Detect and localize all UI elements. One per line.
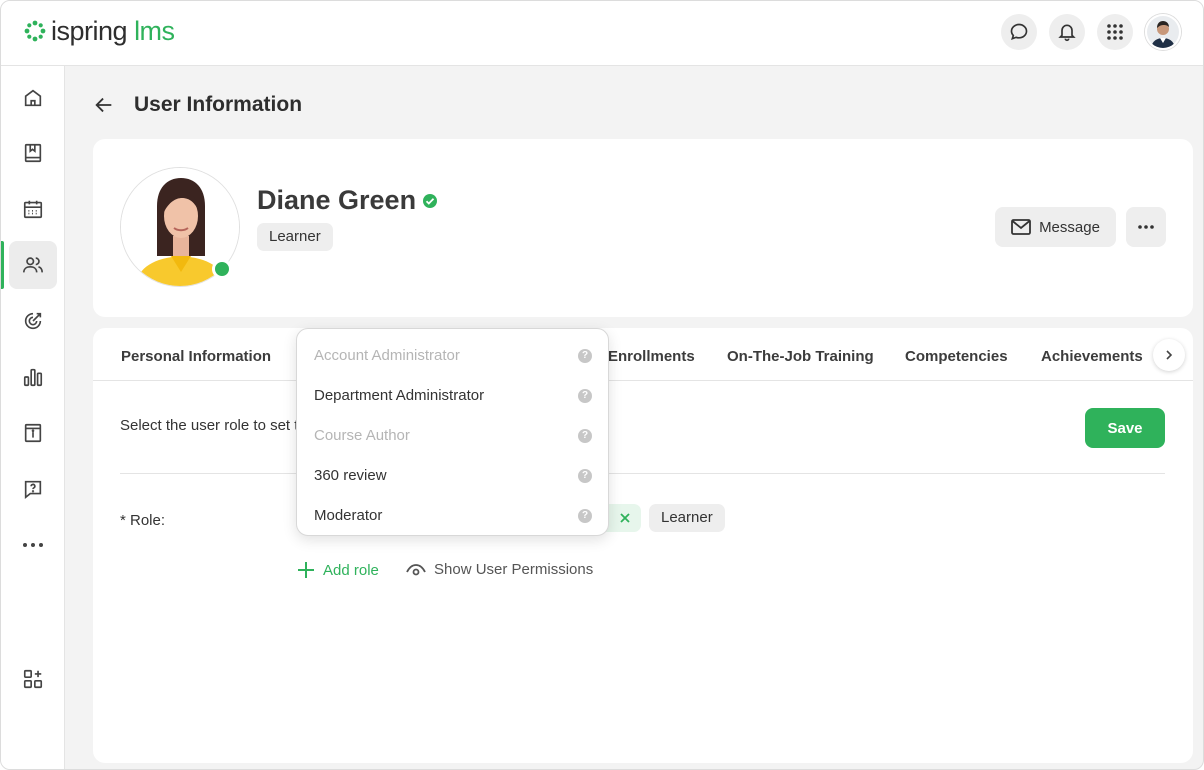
add-role-label: Add role xyxy=(323,561,379,579)
help-icon[interactable]: ? xyxy=(578,349,592,363)
target-icon xyxy=(24,312,42,330)
sidebar-item-users[interactable] xyxy=(9,241,57,289)
sidebar-item-courses[interactable] xyxy=(9,129,57,177)
role-option-course-author: Course Author ? xyxy=(297,415,608,455)
verified-check-icon xyxy=(423,194,437,208)
sidebar-active-indicator xyxy=(1,241,4,289)
calendar-icon xyxy=(23,200,43,219)
page-header: User Information xyxy=(93,93,302,117)
add-widget-icon xyxy=(23,669,43,689)
back-arrow-icon[interactable] xyxy=(93,94,115,116)
tab-competencies[interactable]: Competencies xyxy=(905,348,1008,365)
help-icon[interactable]: ? xyxy=(578,389,592,403)
role-option-label: Moderator xyxy=(314,507,383,524)
user-name: Diane Green xyxy=(257,185,417,215)
ellipsis-icon xyxy=(1138,225,1154,229)
apps-button[interactable] xyxy=(1097,14,1133,50)
more-dots-icon xyxy=(23,543,43,547)
role-option-label: Course Author xyxy=(314,427,410,444)
top-bar: ispring lms xyxy=(1,1,1203,66)
logo[interactable]: ispring lms xyxy=(23,17,175,45)
chat-icon xyxy=(1010,23,1028,41)
top-actions xyxy=(1001,14,1181,50)
user-avatar-icon xyxy=(1147,16,1179,48)
more-actions-button[interactable] xyxy=(1126,207,1166,247)
sidebar-item-home[interactable] xyxy=(9,74,57,122)
divider xyxy=(120,473,1165,474)
mail-icon xyxy=(1011,219,1031,235)
tab-achievements[interactable]: Achievements xyxy=(1041,348,1143,365)
logo-mark-icon xyxy=(24,20,46,42)
role-option-moderator[interactable]: Moderator ? xyxy=(297,495,608,535)
remove-role-icon[interactable] xyxy=(620,513,630,523)
app-window: ispring lms User Information Diane Green… xyxy=(0,0,1204,770)
help-icon[interactable]: ? xyxy=(578,469,592,483)
sidebar-item-goals[interactable] xyxy=(9,297,57,345)
show-permissions-label: Show User Permissions xyxy=(434,561,594,578)
sidebar-item-calendar[interactable] xyxy=(9,185,57,233)
notifications-button[interactable] xyxy=(1049,14,1085,50)
role-field-label: * Role: xyxy=(120,512,166,529)
help-icon[interactable]: ? xyxy=(578,429,592,443)
role-option-360-review[interactable]: 360 review ? xyxy=(297,455,608,495)
sidebar-item-info[interactable] xyxy=(9,409,57,457)
profile-card: Diane Green Learner Message xyxy=(93,139,1193,317)
tab-enrollments[interactable]: Enrollments xyxy=(608,348,695,365)
user-role-badge: Learner xyxy=(257,223,333,251)
info-box-icon xyxy=(24,423,42,443)
roles-card: Personal Information Enrollments On-The-… xyxy=(93,328,1193,763)
users-icon xyxy=(23,257,43,273)
tab-personal-information[interactable]: Personal Information xyxy=(121,348,271,365)
tab-bar: Personal Information Enrollments On-The-… xyxy=(93,328,1193,381)
save-button[interactable]: Save xyxy=(1085,408,1165,448)
plus-icon xyxy=(298,562,314,578)
tab-on-the-job-training[interactable]: On-The-Job Training xyxy=(727,348,874,365)
question-chat-icon xyxy=(24,480,42,499)
chevron-right-icon xyxy=(1166,350,1173,360)
tabs-scroll-right-button[interactable] xyxy=(1153,339,1185,371)
sidebar-item-help[interactable] xyxy=(9,465,57,513)
role-dropdown-menu: Account Administrator ? Department Admin… xyxy=(296,328,609,536)
book-icon xyxy=(24,143,42,163)
current-user-avatar[interactable] xyxy=(1145,14,1181,50)
home-icon xyxy=(24,89,42,107)
show-permissions-button[interactable]: Show User Permissions xyxy=(406,561,593,578)
sidebar-item-add-widget[interactable] xyxy=(9,655,57,703)
role-option-account-administrator: Account Administrator ? xyxy=(297,335,608,375)
role-chip-learner: Learner xyxy=(649,504,725,532)
sidebar xyxy=(1,66,65,769)
roles-hint-text: Select the user role to set t xyxy=(120,417,299,434)
sidebar-item-more[interactable] xyxy=(9,521,57,569)
online-status-dot xyxy=(212,259,232,279)
logo-text: ispring lms xyxy=(51,16,175,46)
message-button[interactable]: Message xyxy=(995,207,1116,247)
apps-grid-icon xyxy=(1107,24,1123,40)
role-option-label: 360 review xyxy=(314,467,387,484)
add-role-button[interactable]: Add role xyxy=(297,561,379,579)
chat-button[interactable] xyxy=(1001,14,1037,50)
eye-icon xyxy=(406,563,426,575)
sidebar-item-reports[interactable] xyxy=(9,353,57,401)
bell-icon xyxy=(1058,24,1076,42)
role-option-label: Account Administrator xyxy=(314,347,460,364)
help-icon[interactable]: ? xyxy=(578,509,592,523)
role-option-label: Department Administrator xyxy=(314,387,485,404)
page-title: User Information xyxy=(134,93,303,116)
role-option-department-administrator[interactable]: Department Administrator ? xyxy=(297,375,608,415)
bar-chart-icon xyxy=(23,368,43,387)
message-button-label: Message xyxy=(1039,218,1100,236)
